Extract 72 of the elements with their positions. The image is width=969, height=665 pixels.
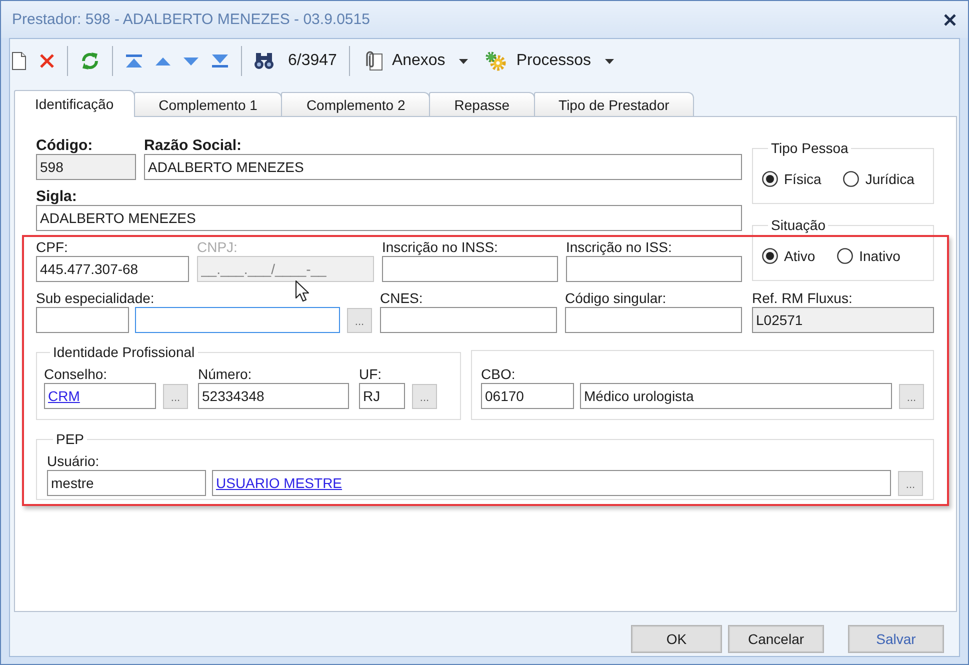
text-field[interactable]: 445.477.307-68 bbox=[36, 256, 189, 282]
group-title: Identidade Profissional bbox=[52, 344, 196, 360]
caret-icon bbox=[459, 58, 468, 64]
text-field[interactable]: USUARIO MESTRE bbox=[212, 470, 891, 496]
tab[interactable]: Complemento 1 bbox=[134, 92, 282, 116]
caret-icon bbox=[605, 58, 614, 64]
field-label: Usuário: bbox=[47, 453, 100, 470]
tab[interactable]: Tipo de Prestador bbox=[534, 92, 694, 116]
field-label: Código singular: bbox=[565, 290, 666, 307]
text-field[interactable] bbox=[380, 307, 557, 333]
lookup-button[interactable]: ... bbox=[412, 384, 437, 408]
text-field[interactable] bbox=[135, 307, 340, 333]
field-label: UF: bbox=[359, 366, 382, 383]
field-label: CNPJ: bbox=[197, 239, 238, 256]
record-counter: 6/3947 bbox=[288, 52, 337, 70]
field-label: Conselho: bbox=[44, 366, 108, 383]
field-label: Sub especialidade: bbox=[36, 290, 154, 307]
field-label: Inscrição no ISS: bbox=[566, 239, 672, 256]
lookup-button[interactable]: ... bbox=[347, 308, 372, 332]
text-field[interactable] bbox=[565, 307, 742, 333]
tab[interactable]: Repasse bbox=[429, 92, 535, 116]
radio-option[interactable]: Ativo bbox=[762, 248, 816, 264]
lookup-button[interactable]: ... bbox=[898, 470, 923, 496]
lookup-button[interactable]: ... bbox=[899, 384, 924, 408]
tab[interactable]: Identificação bbox=[14, 90, 135, 117]
dialog-button[interactable]: Cancelar bbox=[728, 625, 824, 653]
group-title: Situação bbox=[770, 217, 826, 233]
arrow-up-to-bar-icon[interactable] bbox=[125, 54, 143, 68]
text-field[interactable]: CRM bbox=[44, 383, 156, 409]
binoculars-icon[interactable] bbox=[254, 52, 274, 70]
mouse-pointer-icon bbox=[295, 280, 309, 302]
close-icon[interactable] bbox=[944, 14, 956, 26]
gears-icon bbox=[484, 50, 508, 72]
window-title: Prestador: 598 - ADALBERTO MENEZES - 03.9.0515 bbox=[12, 11, 370, 28]
field-label: Número: bbox=[198, 366, 252, 383]
text-field[interactable]: 598 bbox=[36, 154, 136, 180]
text-field[interactable]: ADALBERTO MENEZES bbox=[36, 205, 742, 231]
radio-option[interactable]: Física bbox=[762, 171, 822, 187]
text-field[interactable] bbox=[382, 256, 558, 282]
field-label: Código: bbox=[36, 137, 93, 154]
text-field[interactable]: 52334348 bbox=[198, 383, 349, 409]
text-field[interactable]: ADALBERTO MENEZES bbox=[144, 154, 742, 180]
field-label: CBO: bbox=[481, 366, 516, 383]
group-title: Tipo Pessoa bbox=[770, 140, 850, 156]
triangle-up-icon[interactable] bbox=[155, 56, 171, 66]
text-field[interactable]: 06170 bbox=[481, 383, 574, 409]
text-field[interactable]: mestre bbox=[47, 470, 206, 496]
refresh-icon[interactable] bbox=[80, 51, 100, 71]
field-label: CPF: bbox=[36, 239, 68, 256]
text-field[interactable] bbox=[566, 256, 742, 282]
group-title: PEP bbox=[55, 431, 86, 447]
radio-option[interactable]: Inativo bbox=[837, 248, 900, 264]
field-label: Sigla: bbox=[36, 188, 77, 205]
field-label: Razão Social: bbox=[144, 137, 242, 154]
lookup-button[interactable]: ... bbox=[163, 384, 188, 408]
arrow-down-to-bar-icon[interactable] bbox=[211, 54, 229, 68]
text-field[interactable]: RJ bbox=[359, 383, 405, 409]
text-field[interactable] bbox=[36, 307, 129, 333]
attachments-menu-button[interactable]: Anexos bbox=[362, 50, 468, 72]
field-label: Ref. RM Fluxus: bbox=[752, 290, 852, 307]
radio-option[interactable]: Jurídica bbox=[843, 171, 914, 187]
dialog-button[interactable]: Salvar bbox=[848, 625, 944, 653]
dialog-button[interactable]: OK bbox=[631, 625, 722, 653]
field-label: Inscrição no INSS: bbox=[382, 239, 498, 256]
processes-menu-button[interactable]: Processos bbox=[484, 50, 614, 72]
text-field[interactable]: L02571 bbox=[752, 307, 934, 333]
cross-icon[interactable] bbox=[39, 53, 55, 69]
new-document-icon[interactable] bbox=[11, 51, 27, 71]
field-label: CNES: bbox=[380, 290, 423, 307]
triangle-down-icon[interactable] bbox=[183, 56, 199, 66]
text-field[interactable]: Médico urologista bbox=[580, 383, 892, 409]
tab[interactable]: Complemento 2 bbox=[281, 92, 430, 116]
